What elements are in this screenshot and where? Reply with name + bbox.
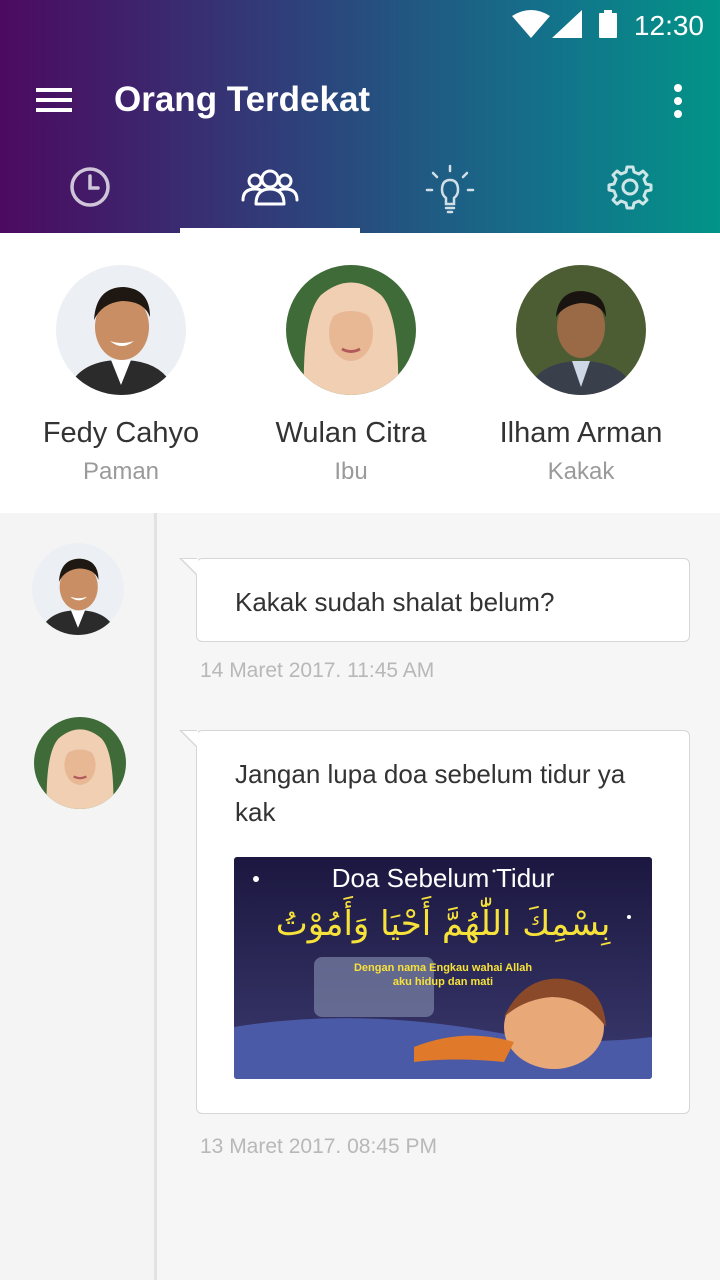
image-title: Doa Sebelum Tidur — [332, 863, 555, 893]
tab-settings[interactable] — [540, 150, 720, 233]
contact-card[interactable]: Wulan Citra Ibu — [236, 265, 466, 486]
tab-bar — [0, 150, 720, 233]
contact-relation: Paman — [82, 458, 160, 485]
tab-ideas[interactable] — [360, 150, 540, 233]
contact-relation: Kakak — [547, 458, 615, 485]
header: 12:30 Orang Terdekat — [0, 0, 720, 233]
message-timestamp: 13 Maret 2017. 08:45 PM — [200, 1135, 437, 1158]
contact-name: Wulan Citra — [275, 417, 427, 449]
lightbulb-icon — [425, 164, 475, 214]
avatar[interactable] — [34, 717, 126, 809]
people-icon — [241, 169, 299, 206]
menu-icon — [36, 88, 72, 92]
avatar — [56, 265, 186, 395]
attached-image[interactable]: Doa Sebelum Tidur بِسْمِكَ اللّٰهُمَّ أَ… — [234, 857, 652, 1079]
more-options-button[interactable] — [660, 80, 696, 124]
tab-people[interactable] — [180, 150, 360, 233]
timeline-rail — [154, 513, 157, 1280]
wifi-icon — [512, 10, 550, 38]
message-bubble[interactable]: Kakak sudah shalat belum? — [179, 558, 690, 642]
message-timeline[interactable]: Kakak sudah shalat belum? 14 Maret 2017.… — [0, 513, 720, 1280]
status-bar: 12:30 — [0, 0, 720, 48]
more-vert-icon — [674, 84, 682, 92]
tab-history[interactable] — [0, 150, 180, 233]
contacts-panel: Fedy Cahyo Paman Wulan Citra Ibu Ilham A… — [0, 233, 720, 513]
clock-icon — [70, 167, 110, 207]
message-text: Jangan lupa doa sebelum tidur ya kak — [235, 759, 626, 827]
message-timestamp: 14 Maret 2017. 11:45 AM — [200, 659, 435, 682]
contact-card[interactable]: Fedy Cahyo Paman — [6, 265, 236, 486]
avatar[interactable] — [32, 543, 124, 635]
contact-name: Fedy Cahyo — [42, 417, 200, 449]
menu-button[interactable] — [28, 84, 80, 124]
gear-icon — [607, 165, 653, 210]
avatar — [286, 265, 416, 395]
message-text: Kakak sudah shalat belum? — [235, 587, 555, 617]
image-caption-line1: Dengan nama Engkau wahai Allah — [354, 962, 532, 974]
contact-card[interactable]: Ilham Arman Kakak — [466, 265, 696, 486]
avatar — [516, 265, 646, 395]
contact-relation: Ibu — [334, 458, 368, 485]
status-time: 12:30 — [633, 10, 704, 41]
signal-icon — [552, 10, 582, 38]
battery-icon — [599, 10, 617, 38]
contact-name: Ilham Arman — [499, 417, 663, 449]
app-bar: Orang Terdekat — [0, 48, 720, 160]
page-title: Orang Terdekat — [114, 80, 371, 119]
image-caption-line2: aku hidup dan mati — [393, 976, 493, 988]
message-bubble[interactable]: Jangan lupa doa sebelum tidur ya kak Doa… — [179, 730, 690, 1114]
